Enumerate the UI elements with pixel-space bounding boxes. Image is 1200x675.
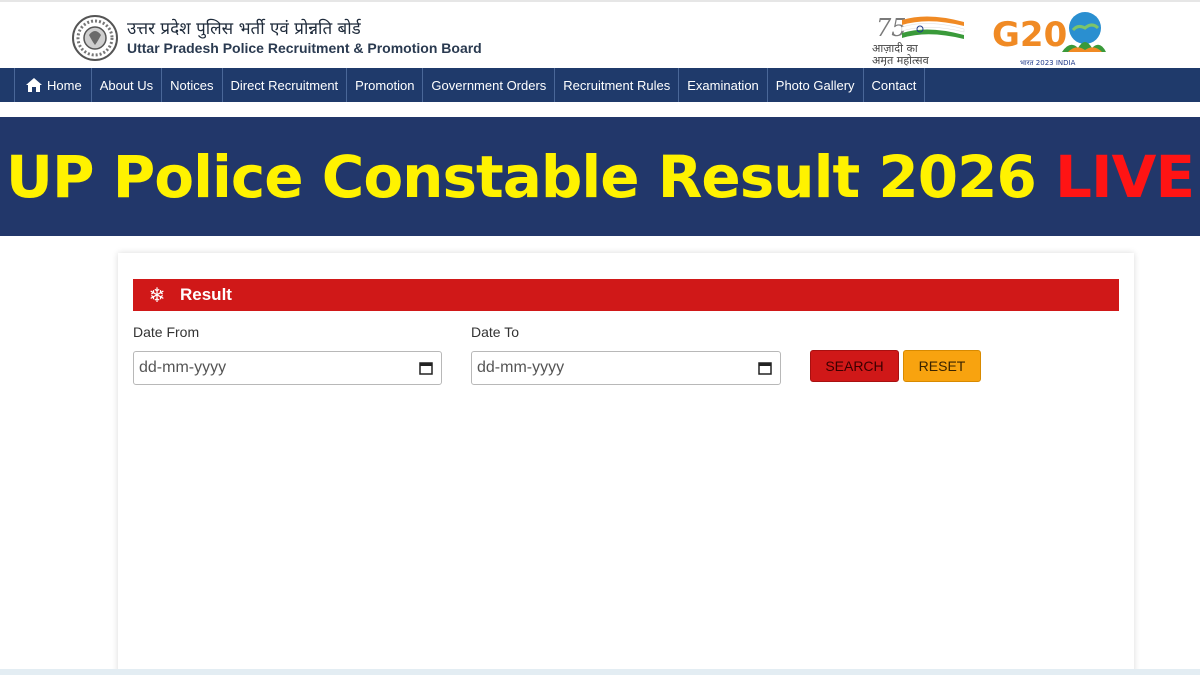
home-icon <box>26 78 42 92</box>
nav-item-photo-gallery[interactable]: Photo Gallery <box>768 68 864 102</box>
search-button[interactable]: SEARCH <box>810 350 899 382</box>
g20-logo-tagline: भारत 2023 INDIA <box>1020 59 1076 67</box>
result-panel-header: ❄ Result <box>133 279 1119 311</box>
snowflake-icon: ❄ <box>148 283 166 307</box>
nav-item-notices[interactable]: Notices <box>162 68 223 102</box>
date-from-input[interactable]: dd-mm-yyyy <box>133 351 442 385</box>
nav-item-examination[interactable]: Examination <box>679 68 768 102</box>
page-bottom-strip <box>0 669 1200 675</box>
date-from-value: dd-mm-yyyy <box>139 359 227 376</box>
nav-item-about-us[interactable]: About Us <box>92 68 163 102</box>
live-label: LIVE <box>1055 142 1195 211</box>
police-emblem-icon <box>72 15 118 61</box>
site-header: उत्तर प्रदेश पुलिस भर्ती एवं प्रोन्नति ब… <box>0 0 1200 68</box>
result-banner: UP Police Constable Result 2026 LIVE <box>0 117 1200 236</box>
calendar-icon[interactable] <box>758 361 772 375</box>
nav-item-home[interactable]: Home <box>14 68 92 102</box>
calendar-icon[interactable] <box>419 361 433 375</box>
nav-item-promotion[interactable]: Promotion <box>347 68 424 102</box>
nav-item-recruitment-rules[interactable]: Recruitment Rules <box>555 68 680 102</box>
azadi-logo-line-2: अमृत महोत्सव <box>872 54 930 66</box>
date-to-label: Date To <box>471 324 519 340</box>
nav-item-contact[interactable]: Contact <box>864 68 926 102</box>
date-from-label: Date From <box>133 324 200 340</box>
result-panel: ❄ Result Date From dd-mm-yyyy Date To dd… <box>118 253 1134 675</box>
result-panel-title: Result <box>180 285 232 304</box>
banner-title: UP Police Constable Result 2026 LIVE <box>5 142 1195 211</box>
azadi-ka-amrit-mahotsav-logo: 75 आज़ादी का अमृत महोत्सव <box>872 14 965 66</box>
g20-logo: G20 भारत 2023 INDIA <box>992 12 1106 67</box>
date-to-input[interactable]: dd-mm-yyyy <box>471 351 781 385</box>
main-navigation: Home About Us Notices Direct Recruitment… <box>0 68 1200 102</box>
org-name-english: Uttar Pradesh Police Recruitment & Promo… <box>127 40 482 56</box>
nav-item-government-orders[interactable]: Government Orders <box>423 68 556 102</box>
nav-item-direct-recruitment[interactable]: Direct Recruitment <box>223 68 348 102</box>
g20-logo-text: G20 <box>992 15 1067 55</box>
banner-title-text: UP Police Constable Result 2026 <box>5 142 1037 211</box>
reset-button[interactable]: RESET <box>903 350 981 382</box>
nav-item-label: Home <box>47 77 82 93</box>
org-name-hindi: उत्तर प्रदेश पुलिस भर्ती एवं प्रोन्नति ब… <box>127 19 361 39</box>
date-to-value: dd-mm-yyyy <box>477 359 565 376</box>
